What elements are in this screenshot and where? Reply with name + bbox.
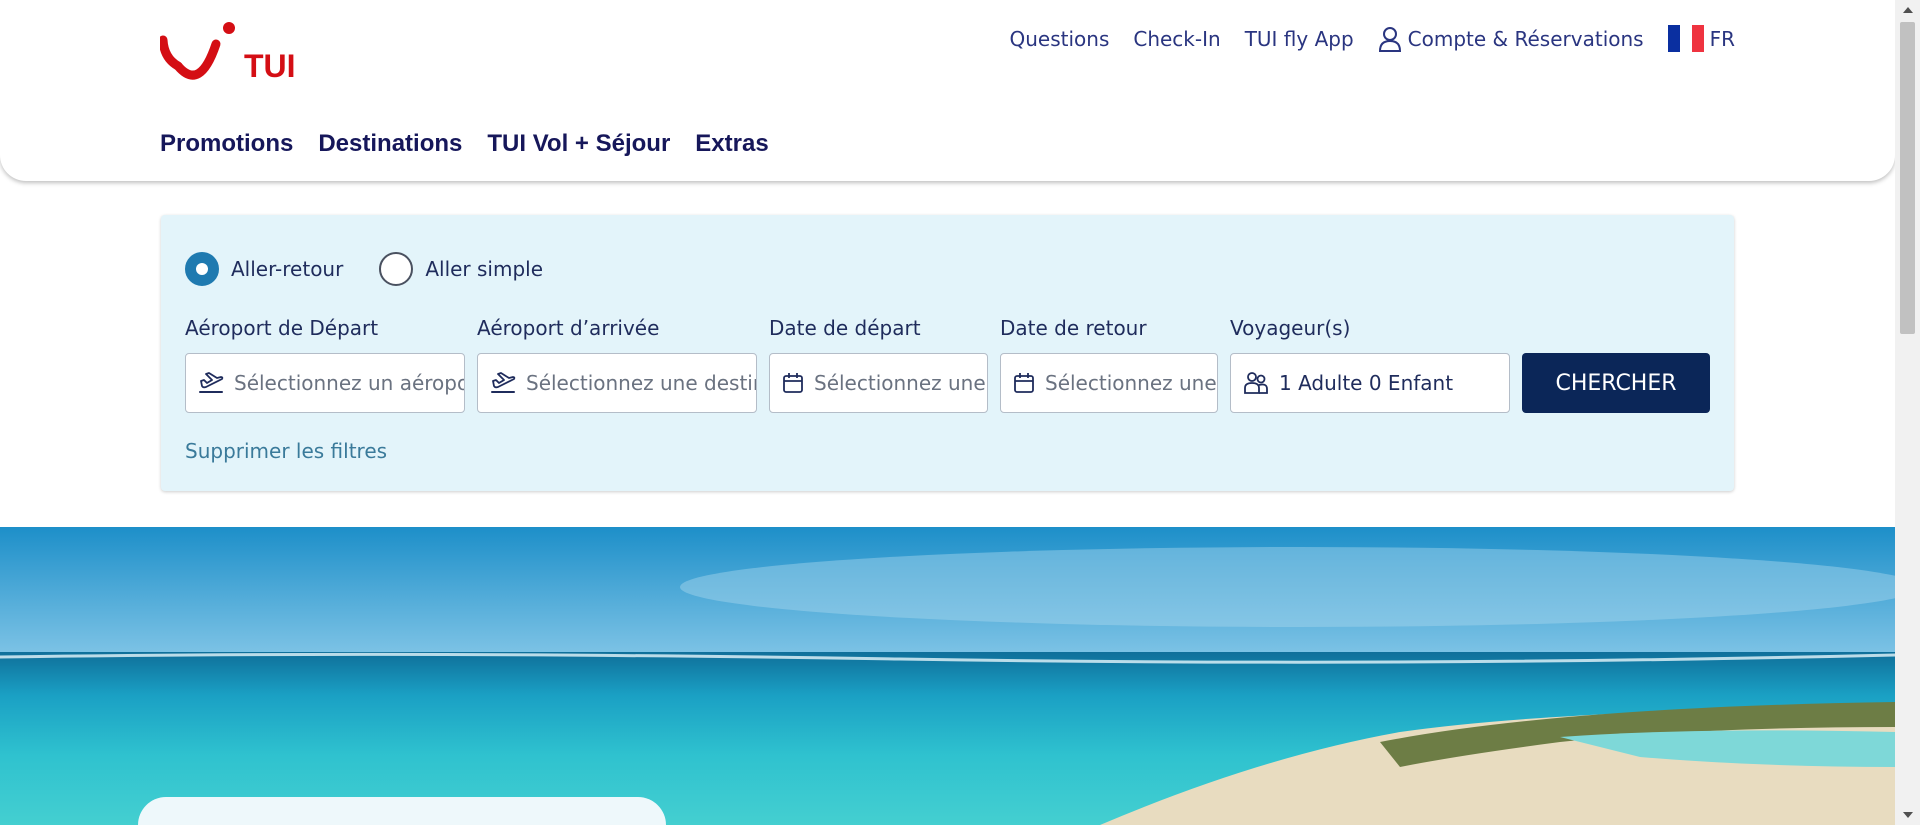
return-date-label: Date de retour xyxy=(1000,316,1147,340)
return-date-field[interactable] xyxy=(1000,353,1218,413)
nav-item-vol-sejour[interactable]: TUI Vol + Séjour xyxy=(487,130,670,158)
travellers-label: Voyageur(s) xyxy=(1230,316,1351,340)
departure-date-field[interactable] xyxy=(769,353,988,413)
flight-search-panel: Aller-retour Aller simple Aéroport de Dé… xyxy=(161,215,1734,491)
travellers-input[interactable] xyxy=(1279,371,1509,395)
language-code: FR xyxy=(1709,26,1735,51)
nav-item-promotions[interactable]: Promotions xyxy=(160,130,293,158)
scroll-thumb[interactable] xyxy=(1900,22,1915,334)
departure-airport-input[interactable] xyxy=(234,371,464,395)
departure-date-input[interactable] xyxy=(814,371,987,395)
departure-airport-field[interactable] xyxy=(185,353,465,413)
travellers-field[interactable] xyxy=(1230,353,1510,413)
departure-date-label: Date de départ xyxy=(769,316,921,340)
scroll-up-arrow-icon[interactable] xyxy=(1895,0,1920,20)
one-way-label: Aller simple xyxy=(425,257,544,281)
app-link[interactable]: TUI fly App xyxy=(1245,27,1354,51)
return-date-input[interactable] xyxy=(1045,371,1217,395)
questions-link[interactable]: Questions xyxy=(1009,27,1109,51)
arrival-airport-input[interactable] xyxy=(526,371,756,395)
site-header: TUI Questions Check-In TUI fly App Compt… xyxy=(0,0,1895,181)
hero-card xyxy=(138,797,666,825)
account-label: Compte & Réservations xyxy=(1407,26,1644,51)
language-selector[interactable]: FR xyxy=(1667,25,1735,52)
france-flag-icon xyxy=(1667,25,1704,52)
scroll-down-arrow-icon[interactable] xyxy=(1895,805,1920,825)
account-link[interactable]: Compte & Réservations xyxy=(1378,26,1644,52)
main-nav: Promotions Destinations TUI Vol + Séjour… xyxy=(160,130,794,158)
clear-filters-link[interactable]: Supprimer les filtres xyxy=(185,439,387,463)
trip-type-group: Aller-retour Aller simple xyxy=(185,252,579,286)
checkin-link[interactable]: Check-In xyxy=(1133,27,1220,51)
tui-logo[interactable]: TUI xyxy=(158,20,305,86)
nav-item-extras[interactable]: Extras xyxy=(695,130,768,158)
utility-nav: Questions Check-In TUI fly App Compte & … xyxy=(985,25,1735,52)
plane-takeoff-icon xyxy=(199,372,224,393)
round-trip-label: Aller-retour xyxy=(231,257,344,281)
calendar-icon xyxy=(1014,373,1034,393)
search-button[interactable]: CHERCHER xyxy=(1522,353,1710,413)
beach-hero-image xyxy=(0,527,1895,825)
arrival-airport-label: Aéroport d’arrivée xyxy=(477,316,660,340)
calendar-icon xyxy=(783,373,803,393)
arrival-airport-field[interactable] xyxy=(477,353,757,413)
hero-banner xyxy=(0,527,1895,825)
page-scrollbar[interactable] xyxy=(1895,0,1920,825)
one-way-option[interactable]: Aller simple xyxy=(379,252,543,286)
logo-text: TUI xyxy=(244,48,296,84)
departure-airport-label: Aéroport de Départ xyxy=(185,316,379,340)
nav-item-destinations[interactable]: Destinations xyxy=(318,130,462,158)
round-trip-radio[interactable] xyxy=(185,252,219,286)
plane-takeoff-icon xyxy=(491,372,516,393)
one-way-radio[interactable] xyxy=(379,252,414,286)
round-trip-option[interactable]: Aller-retour xyxy=(185,252,343,286)
people-icon xyxy=(1244,372,1268,394)
user-icon xyxy=(1378,26,1401,52)
